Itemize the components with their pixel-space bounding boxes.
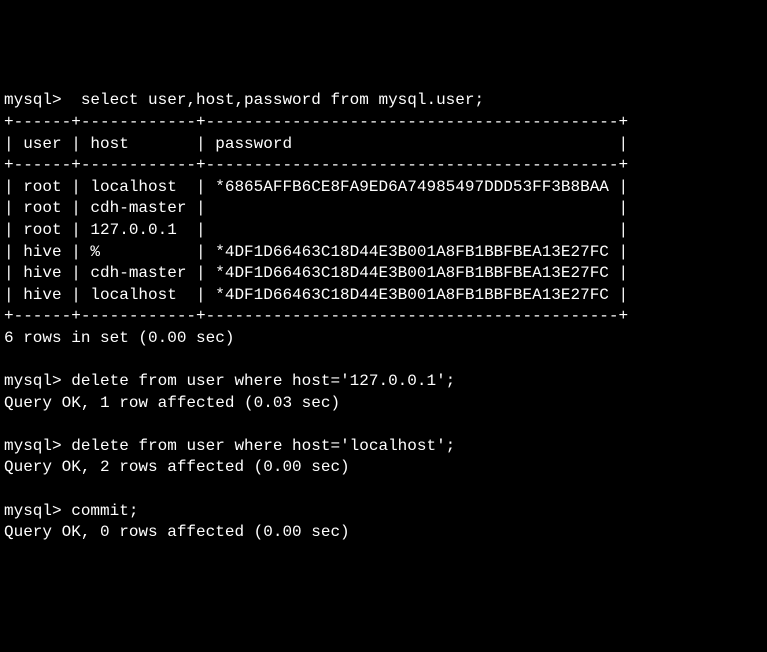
delete-query-2: delete from user where host='localhost';: [71, 437, 455, 455]
mysql-prompt: mysql>: [4, 437, 62, 455]
mysql-prompt: mysql>: [4, 502, 62, 520]
table-row: | root | 127.0.0.1 | |: [4, 221, 628, 239]
commit-result: Query OK, 0 rows affected (0.00 sec): [4, 523, 350, 541]
table-row: | hive | localhost | *4DF1D66463C18D44E3…: [4, 286, 628, 304]
table-header: | user | host | password |: [4, 135, 628, 153]
delete-result-2: Query OK, 2 rows affected (0.00 sec): [4, 458, 350, 476]
table-border: +------+------------+-------------------…: [4, 156, 628, 174]
table-row: | hive | % | *4DF1D66463C18D44E3B001A8FB…: [4, 243, 628, 261]
terminal-output: mysql> select user,host,password from my…: [4, 90, 763, 543]
table-row: | root | localhost | *6865AFFB6CE8FA9ED6…: [4, 178, 628, 196]
mysql-prompt: mysql>: [4, 372, 62, 390]
table-border: +------+------------+-------------------…: [4, 113, 628, 131]
table-border: +------+------------+-------------------…: [4, 307, 628, 325]
table-row: | root | cdh-master | |: [4, 199, 628, 217]
table-row: | hive | cdh-master | *4DF1D66463C18D44E…: [4, 264, 628, 282]
select-query: select user,host,password from mysql.use…: [71, 91, 484, 109]
delete-result-1: Query OK, 1 row affected (0.03 sec): [4, 394, 340, 412]
delete-query-1: delete from user where host='127.0.0.1';: [71, 372, 455, 390]
select-result: 6 rows in set (0.00 sec): [4, 329, 234, 347]
mysql-prompt: mysql>: [4, 91, 62, 109]
commit-query: commit;: [71, 502, 138, 520]
